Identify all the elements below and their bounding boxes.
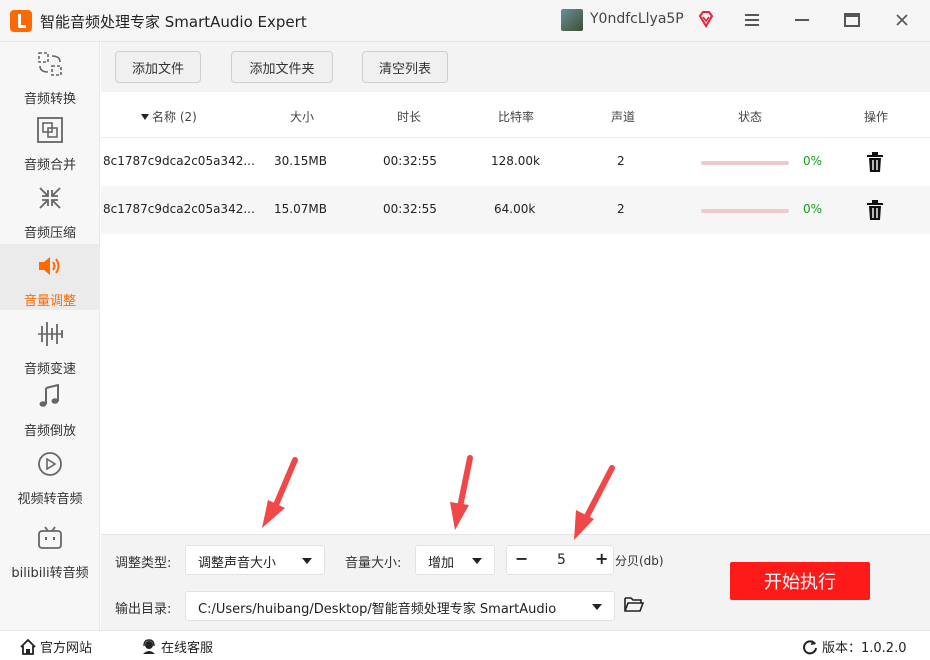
video-play-icon [38, 452, 62, 476]
table-row[interactable]: 8c1787c9dca2c05a342... 30.15MB 00:32:55 … [101, 138, 930, 186]
column-actions: 操作 [864, 110, 889, 124]
file-name: 8c1787c9dca2c05a342... [103, 154, 255, 168]
online-support-link[interactable]: 在线客服 [141, 637, 213, 656]
bilibili-icon [38, 526, 62, 549]
column-name[interactable]: 名称 (2) [141, 108, 197, 125]
adjust-type-value: 调整声音大小 [198, 556, 277, 571]
audio-convert-icon [38, 52, 62, 76]
audio-compress-icon [39, 187, 61, 209]
output-dir-select[interactable]: C:/Users/huibang/Desktop/智能音频处理专家 SmartA… [185, 591, 615, 621]
app-logo-icon [10, 10, 32, 32]
progress-percent: 0% [803, 154, 823, 168]
sidebar-item-audio-speed[interactable]: 音频变速 [0, 312, 100, 378]
volume-amount[interactable]: 5 [557, 552, 566, 568]
sort-down-icon [141, 114, 149, 120]
support-headset-icon [143, 638, 155, 654]
version-label: 版本：1.0.2.0 [822, 641, 907, 656]
file-list-empty-area [101, 234, 930, 534]
volume-stepper[interactable]: − 5 + [506, 545, 614, 575]
chevron-down-icon [472, 558, 482, 564]
sidebar-item-label: 音频合并 [23, 158, 76, 173]
official-website-link[interactable]: 官方网站 [20, 637, 92, 656]
volume-mode-select[interactable]: 增加 [415, 545, 495, 575]
file-duration: 00:32:55 [383, 202, 437, 216]
toolbar: 添加文件 添加文件夹 清空列表 [101, 42, 930, 92]
file-channels: 2 [617, 202, 625, 216]
column-bitrate: 比特率 [498, 110, 535, 124]
progress-percent: 0% [803, 202, 823, 216]
volume-label: 音量大小: [345, 556, 402, 571]
adjust-type-label: 调整类型: [115, 556, 172, 571]
audio-speed-icon [38, 322, 63, 346]
adjust-type-select[interactable]: 调整声音大小 [185, 545, 325, 575]
decrement-button[interactable]: − [515, 549, 528, 568]
file-duration: 00:32:55 [383, 154, 437, 168]
avatar[interactable] [561, 9, 583, 31]
official-website-label: 官方网站 [40, 641, 93, 656]
sidebar-item-audio-convert[interactable]: 音频转换 [0, 42, 100, 108]
volume-mode-value: 增加 [428, 556, 455, 571]
sidebar-item-video-to-audio[interactable]: 视频转音频 [0, 442, 100, 508]
online-support-label: 在线客服 [161, 641, 214, 656]
start-button[interactable]: 开始执行 [730, 562, 870, 600]
column-duration: 时长 [397, 110, 422, 124]
column-channels: 声道 [611, 110, 636, 124]
close-icon[interactable] [886, 6, 918, 34]
sidebar-item-label: 视频转音频 [17, 492, 83, 507]
minimize-icon[interactable] [786, 6, 818, 34]
sidebar-item-label: 音频倒放 [23, 424, 76, 439]
file-table-header: 名称 (2) 大小 时长 比特率 声道 状态 操作 [101, 92, 930, 138]
sidebar-item-audio-merge[interactable]: 音频合并 [0, 108, 100, 174]
chevron-down-icon [592, 604, 602, 610]
sidebar-item-bilibili-to-audio[interactable]: bilibili转音频 [0, 516, 100, 582]
sidebar-item-audio-compress[interactable]: 音频压缩 [0, 176, 100, 242]
version-info[interactable]: 版本：1.0.2.0 [802, 637, 906, 656]
file-bitrate: 64.00k [494, 202, 536, 216]
table-row[interactable]: 8c1787c9dca2c05a342... 15.07MB 00:32:55 … [101, 186, 930, 234]
sidebar: 音频转换 音频合并 音频压缩 音量调整 音频变速 音频倒放 视频转音频 bili… [0, 42, 100, 630]
file-name: 8c1787c9dca2c05a342... [103, 202, 255, 216]
music-note-icon [39, 383, 59, 407]
refresh-icon [803, 639, 817, 654]
unit-label: 分贝(db) [615, 554, 664, 568]
app-title: 智能音频处理专家 SmartAudio Expert [40, 13, 307, 31]
column-name-label: 名称 (2) [152, 110, 197, 124]
progress-bar [701, 209, 789, 213]
output-dir-label: 输出目录: [115, 602, 172, 617]
delete-trash-icon[interactable] [866, 200, 884, 220]
sidebar-item-label: 音量调整 [23, 294, 76, 309]
file-size: 15.07MB [274, 202, 327, 216]
sidebar-item-audio-reverse[interactable]: 音频倒放 [0, 374, 100, 440]
open-folder-icon[interactable] [624, 595, 644, 613]
menu-icon[interactable] [736, 6, 768, 34]
vip-diamond-icon[interactable] [697, 10, 715, 28]
title-bar: 智能音频处理专家 SmartAudio Expert Y0ndfcLlya5P [0, 0, 930, 42]
sidebar-item-label: 音频转换 [23, 92, 76, 107]
maximize-icon[interactable] [836, 6, 868, 34]
clear-list-button[interactable]: 清空列表 [362, 51, 448, 83]
delete-trash-icon[interactable] [866, 152, 884, 172]
add-folder-button[interactable]: 添加文件夹 [231, 51, 333, 83]
add-file-button[interactable]: 添加文件 [115, 51, 201, 83]
chevron-down-icon [302, 558, 312, 564]
file-size: 30.15MB [274, 154, 327, 168]
increment-button[interactable]: + [595, 549, 608, 568]
file-bitrate: 128.00k [491, 154, 540, 168]
column-size: 大小 [290, 110, 315, 124]
output-dir-value: C:/Users/huibang/Desktop/智能音频处理专家 SmartA… [198, 602, 557, 617]
progress-bar [701, 161, 789, 165]
settings-panel: 调整类型: 调整声音大小 音量大小: 增加 − 5 + 分贝(db) 输出目录:… [101, 534, 930, 630]
home-icon [20, 638, 36, 655]
sidebar-item-label: 音频压缩 [23, 226, 76, 241]
status-bar: 官方网站 在线客服 版本：1.0.2.0 [0, 630, 930, 660]
username[interactable]: Y0ndfcLlya5P [590, 11, 684, 27]
audio-merge-icon [37, 117, 63, 143]
sidebar-item-label: bilibili转音频 [11, 566, 89, 581]
file-channels: 2 [617, 154, 625, 168]
column-status: 状态 [738, 110, 763, 124]
sidebar-item-volume-adjust[interactable]: 音量调整 [0, 244, 100, 310]
volume-icon [39, 257, 60, 275]
